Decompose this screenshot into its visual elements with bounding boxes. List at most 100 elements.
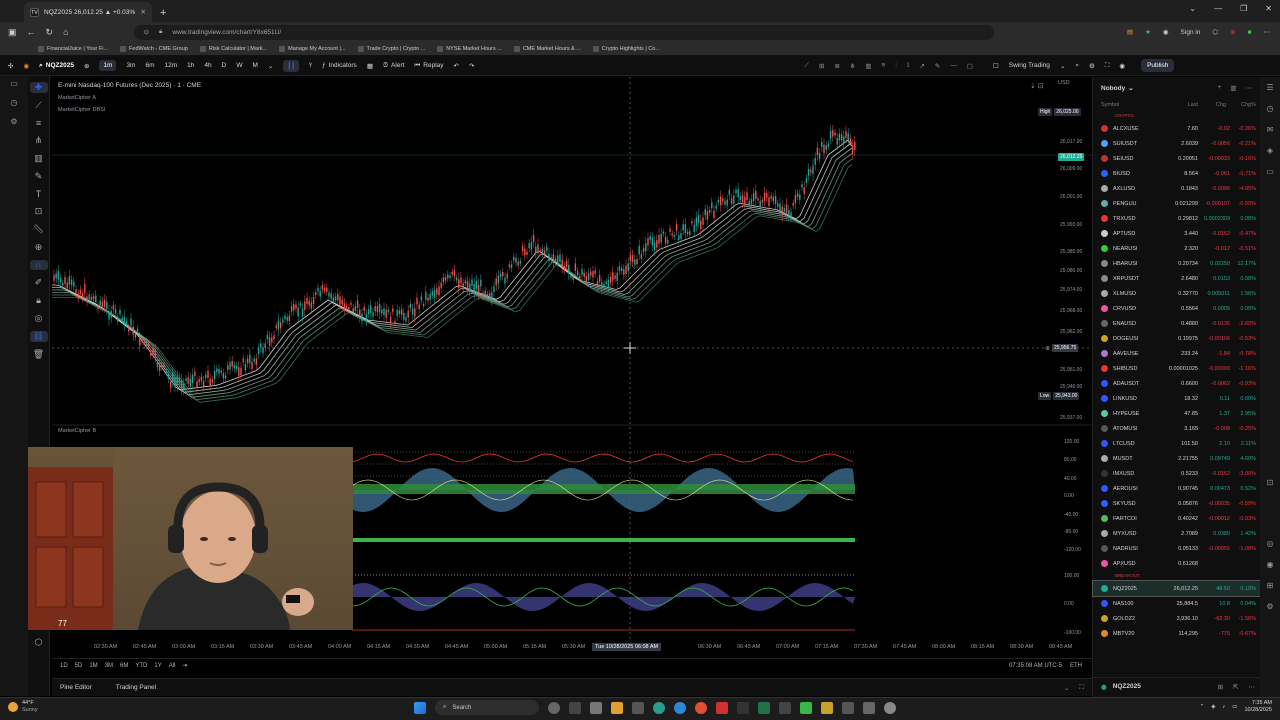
indicator-a-label[interactable]: MarketCipher A — [58, 92, 201, 104]
battery-icon[interactable]: ▭ — [1232, 704, 1237, 710]
profile-icon[interactable]: ◉ — [1163, 28, 1169, 36]
watchlist-row-aerousi[interactable]: AEROUSI 0.90745 0.00473 0.52% — [1093, 481, 1260, 496]
bookmark-8[interactable]: Crypto Highlights | Co... — [592, 45, 660, 52]
interval-12m[interactable]: 12m — [165, 62, 178, 69]
rectangle-icon[interactable]: ▢ — [967, 62, 973, 70]
range-1m[interactable]: 1M — [89, 663, 97, 669]
watchlist-row-suiusdt[interactable]: SUIUSDT 2.6039 -0.0056 -0.21% — [1093, 136, 1260, 151]
interval-d[interactable]: D — [222, 62, 227, 69]
watchlist-row-imxusd[interactable]: IMXUSD 0.5233 -0.0162 -3.00% — [1093, 466, 1260, 481]
chat-icon[interactable]: ✉ — [1267, 125, 1274, 134]
more-icon[interactable]: ⋯ — [1246, 84, 1253, 92]
col-chgp[interactable]: Chg% — [1241, 102, 1256, 108]
range-ytd[interactable]: YTD — [135, 663, 147, 669]
details-symbol[interactable]: NQZ2025 — [1113, 683, 1141, 690]
trend-line-tool-icon[interactable]: ⟋ — [35, 100, 41, 111]
minimize-icon[interactable]: — — [1214, 4, 1222, 13]
section-breakout[interactable]: BREAKOUT — [1093, 571, 1260, 581]
sidebar-toggle-icon[interactable]: ▣ — [8, 27, 17, 38]
watchlist-row-skyusd[interactable]: SKYUSD 0.05876 -0.00035 -0.59% — [1093, 496, 1260, 511]
interval-1m[interactable]: 1m — [99, 60, 117, 71]
extension-green-rail-icon[interactable]: ⊡ — [1267, 478, 1274, 487]
watchlist-row-ltcusd[interactable]: LTCUSD 101.50 2.10 2.11% — [1093, 436, 1260, 451]
interval-m[interactable]: M — [252, 62, 257, 69]
range-6m[interactable]: 6M — [120, 663, 128, 669]
watchlist-row-nadrusi[interactable]: NADRUSI 0.05133 -0.00056 -1.08% — [1093, 541, 1260, 556]
range-3m[interactable]: 3M — [105, 663, 113, 669]
replay-button[interactable]: ⏮ Replay — [414, 62, 443, 70]
fib-icon[interactable]: ≣ — [834, 62, 839, 70]
search-tool-icon[interactable]: ⌕ — [1075, 62, 1079, 70]
zoom-icon[interactable]: ⊕ — [35, 242, 43, 253]
interval-w[interactable]: W — [236, 62, 242, 69]
collections-icon[interactable]: ▭ — [10, 79, 18, 88]
reload-icon[interactable]: ↻ — [46, 27, 54, 38]
volume-icon[interactable]: ♪ — [1223, 704, 1226, 710]
watchlist-row-shibusd[interactable]: SHIBUSD 0.00001025 -0.00000 -1.16% — [1093, 361, 1260, 376]
brush-icon[interactable]: ✎ — [935, 62, 940, 70]
brush-tool-icon[interactable]: ✎ — [35, 171, 43, 182]
taskbar-clock[interactable]: 7:35 AM 10/28/2025 — [1244, 700, 1272, 714]
details-more-icon[interactable]: ⋯ — [1249, 683, 1256, 691]
tab-trading-panel[interactable]: Trading Panel — [116, 684, 156, 691]
pitchfork-icon[interactable]: ⋔ — [850, 62, 855, 70]
grid-apps-icon[interactable]: ⊞ — [1267, 581, 1274, 590]
edge-icon[interactable] — [674, 701, 686, 714]
compare-symbol-icon[interactable]: ⊕ — [84, 62, 89, 70]
layout-icon[interactable]: ▥ — [1230, 84, 1236, 92]
maximize-panel-icon[interactable]: ⛶ — [1079, 684, 1084, 692]
crosshair-icon[interactable]: ✚ — [29, 82, 48, 93]
task-view-icon[interactable] — [569, 701, 581, 714]
help-icon[interactable]: ◎ — [1267, 539, 1274, 548]
network-icon[interactable]: ◈ — [1211, 704, 1215, 710]
taskbar-search[interactable]: ⌕ Search — [435, 700, 539, 715]
watchlist-icon[interactable]: ☰ — [1266, 83, 1273, 92]
settings-gear-icon[interactable]: ⚙ — [1089, 62, 1095, 70]
close-window-icon[interactable]: ✕ — [1265, 4, 1272, 13]
menu-icon[interactable]: ⋯ — [1264, 28, 1271, 36]
range-1y[interactable]: 1Y — [154, 663, 161, 669]
watchlist-row-musdt[interactable]: MUSDT 2.21755 0.09749 4.60% — [1093, 451, 1260, 466]
app-icon-7[interactable] — [863, 701, 875, 714]
watchlist-row-linkusd[interactable]: LINKUSD 18.32 0.11 0.60% — [1093, 391, 1260, 406]
bookmark-3[interactable]: Risk Calculator | Mark... — [199, 45, 267, 52]
watchlist-row-dogeusi[interactable]: DOGEUSI 0.19975 -0.00106 -0.53% — [1093, 331, 1260, 346]
trend-line-icon[interactable]: ⟋ — [804, 62, 809, 70]
watchlist-row-biusd[interactable]: BIUSD 8.564 -0.061 -0.71% — [1093, 166, 1260, 181]
extension-green-icon[interactable]: ■ — [1248, 29, 1252, 36]
app-icon-8[interactable] — [884, 701, 896, 714]
watchlist-row-nqz2025[interactable]: NQZ2025 26,012.25 48.50 0.19% — [1092, 580, 1261, 597]
watchlist-row-penguu[interactable]: PENGUU 0.021299 -0.000107 -0.50% — [1093, 196, 1260, 211]
tab-pine-editor[interactable]: Pine Editor — [60, 684, 92, 691]
watchlist-row-hypeuse[interactable]: HYPEUSE 47.85 1.37 2.95% — [1093, 406, 1260, 421]
goto-date-icon[interactable]: ⇥ — [182, 662, 187, 669]
range-1d[interactable]: 1D — [60, 663, 68, 669]
trash-icon[interactable]: 🗑︎ — [33, 349, 44, 360]
col-chg[interactable]: Chg — [1216, 102, 1226, 108]
avatar[interactable]: ◉ — [23, 62, 29, 70]
interval-dropdown-icon[interactable]: ⌄ — [268, 62, 273, 70]
screen-icon[interactable]: ▤ — [1127, 28, 1133, 36]
signin-link[interactable]: Sign in — [1181, 29, 1201, 36]
add-symbol-icon[interactable]: + — [1218, 84, 1222, 92]
tab-search-icon[interactable]: ⌄ — [1189, 4, 1196, 13]
alert-button[interactable]: ⏰︎ Alert — [383, 62, 404, 70]
tools-icon[interactable]: ✣ — [8, 62, 13, 70]
watchlist-row-axlusd[interactable]: AXLUSD 0.1843 -0.0096 -4.95% — [1093, 181, 1260, 196]
layout-checkbox-icon[interactable]: ☐ — [993, 62, 999, 70]
ray-icon[interactable]: ↗ — [919, 62, 924, 70]
watchlist-row-myxusd[interactable]: MYXUSD 2.7089 0.0380 1.42% — [1093, 526, 1260, 541]
watchlist-row-nas100[interactable]: NAS100 25,884.5 10.8 0.04% — [1093, 596, 1260, 611]
patterns-icon[interactable]: ⊡ — [35, 206, 43, 217]
interval-1h[interactable]: 1h — [187, 62, 194, 69]
watchlist-row-mbtv20[interactable]: MBTV20 114,295 -775 -0.67% — [1093, 626, 1260, 641]
bookmark-4[interactable]: Manage My Account |... — [279, 45, 346, 52]
bookmark-7[interactable]: CME Market Hours & ... — [513, 45, 581, 52]
redo-icon[interactable]: ↷ — [469, 62, 474, 70]
extensions-icon[interactable]: ⬡ — [1212, 28, 1218, 36]
url-field[interactable]: ⊙ 🔒︎ www.tradingview.com/chart/Y8x651U/ — [133, 24, 994, 40]
link-icon[interactable]: ⛓ — [29, 331, 48, 342]
interval-6m[interactable]: 6m — [145, 62, 154, 69]
bookmark-2[interactable]: FedWatch - CME Group — [120, 45, 188, 52]
alerts-clock-icon[interactable]: ◷ — [1267, 104, 1274, 113]
